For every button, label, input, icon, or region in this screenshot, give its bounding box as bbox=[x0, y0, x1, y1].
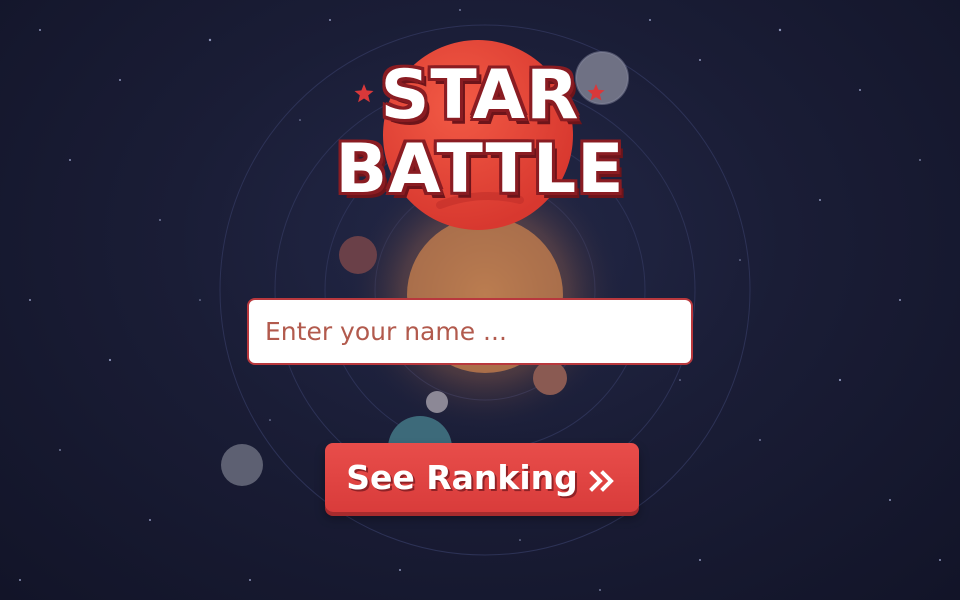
brown-planet bbox=[339, 236, 377, 274]
game-menu-screen: STAR BATTLE See Ranking bbox=[0, 0, 960, 600]
title-line-star: STAR bbox=[380, 56, 580, 135]
small-orange-planet bbox=[533, 361, 567, 395]
player-name-input[interactable] bbox=[247, 298, 693, 365]
title-line-battle: BATTLE bbox=[335, 130, 625, 209]
tiny-moon bbox=[426, 391, 448, 413]
see-ranking-label: See Ranking bbox=[346, 458, 578, 497]
double-chevron-right-icon bbox=[588, 469, 614, 492]
game-logo: STAR BATTLE bbox=[330, 40, 630, 220]
grey-moon bbox=[221, 444, 263, 486]
see-ranking-button[interactable]: See Ranking bbox=[325, 443, 639, 512]
